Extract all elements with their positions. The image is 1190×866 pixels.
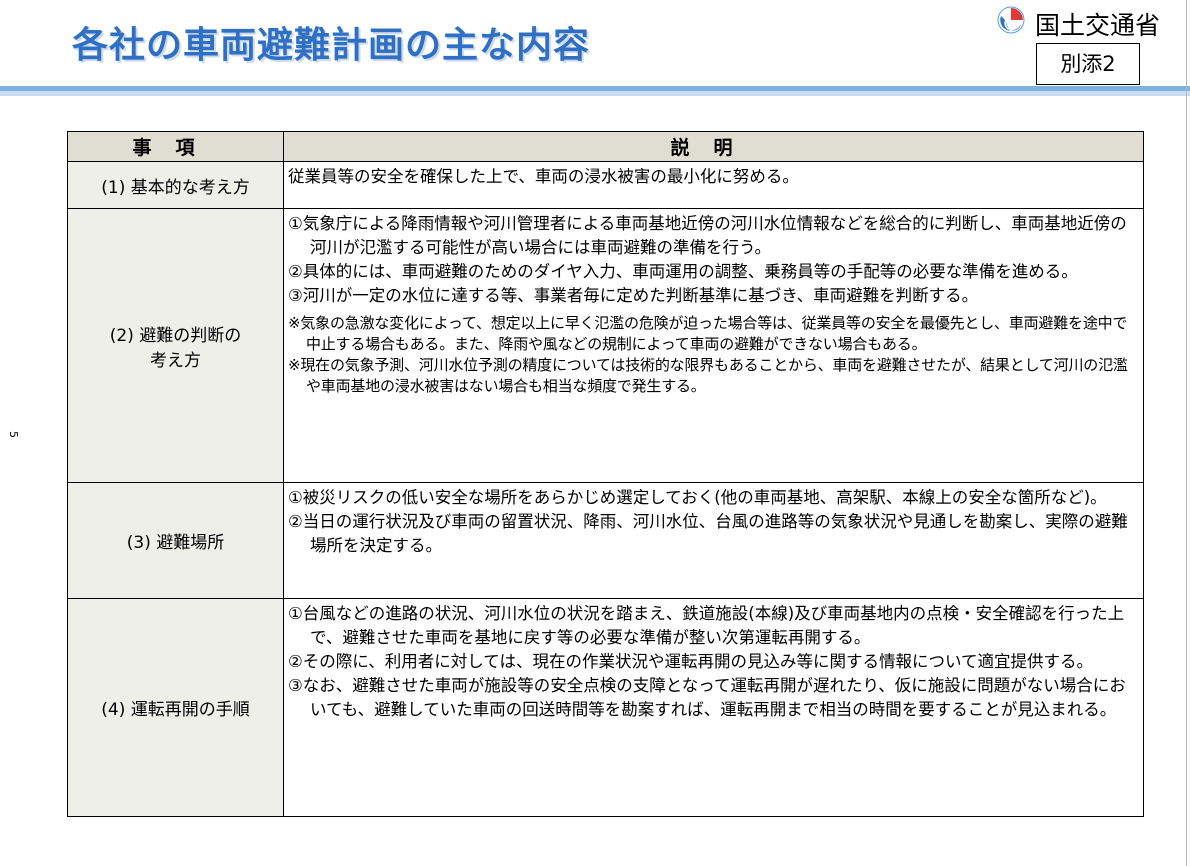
plan-table: 事項 説明 (1) 基本的な考え方 従業員等の安全を確保した上で、車両の浸水被害…: [67, 131, 1144, 817]
description-item: ①被災リスクの低い安全な場所をあらかじめ選定しておく(他の車両基地、高架駅、本線…: [288, 488, 1107, 507]
header-divider-light: [0, 91, 1190, 96]
description-item: ②当日の運行状況及び車両の留置状況、降雨、河川水位、台風の進路等の気象状況や見通…: [288, 512, 1128, 555]
table-row: (2) 避難の判断の考え方 ①気象庁による降雨情報や河川管理者による車両基地近傍…: [67, 208, 1144, 483]
page-edge: [1186, 0, 1187, 866]
page-number: 5: [7, 431, 20, 438]
ministry-name: 国土交通省: [1035, 11, 1161, 40]
column-header-description: 説明: [283, 131, 1144, 162]
ministry-emblem-icon: [997, 6, 1025, 34]
description-item: ②その際に、利用者に対しては、現在の作業状況や運転再開の見込み等に関する情報につ…: [288, 652, 1093, 671]
row-description: 従業員等の安全を確保した上で、車両の浸水被害の最小化に努める。: [283, 161, 1144, 209]
row-key: (3) 避難場所: [67, 482, 284, 599]
row-key: (2) 避難の判断の考え方: [67, 208, 284, 483]
table-row: (3) 避難場所 ①被災リスクの低い安全な場所をあらかじめ選定しておく(他の車両…: [67, 482, 1144, 599]
table-header-row: 事項 説明: [67, 131, 1144, 162]
ministry-logo: 国土交通省: [995, 4, 1185, 40]
description-item: ②具体的には、車両避難のためのダイヤ入力、車両運用の調整、乗務員等の手配等の必要…: [288, 262, 1078, 281]
table-row: (4) 運転再開の手順 ①台風などの進路の状況、河川水位の状況を踏まえ、鉄道施設…: [67, 598, 1144, 817]
row-key: (4) 運転再開の手順: [67, 598, 284, 817]
page-title: 各社の車両避難計画の主な内容: [72, 25, 591, 66]
description-item: ①気象庁による降雨情報や河川管理者による車両基地近傍の河川水位情報などを総合的に…: [288, 214, 1127, 257]
row-key: (1) 基本的な考え方: [67, 161, 284, 209]
row-description: ①台風などの進路の状況、河川水位の状況を踏まえ、鉄道施設(本線)及び車両基地内の…: [283, 598, 1144, 817]
description-item: ③なお、避難させた車両が施設等の安全点検の支障となって運転再開が遅れたり、仮に施…: [288, 676, 1126, 719]
row-description: ①被災リスクの低い安全な場所をあらかじめ選定しておく(他の車両基地、高架駅、本線…: [283, 482, 1144, 599]
table-row: (1) 基本的な考え方 従業員等の安全を確保した上で、車両の浸水被害の最小化に努…: [67, 161, 1144, 209]
description-note: ※現在の気象予測、河川水位予測の精度については技術的な限界もあることから、車両を…: [288, 356, 1128, 395]
attachment-label: 別添2: [1036, 43, 1140, 85]
description-item: ①台風などの進路の状況、河川水位の状況を踏まえ、鉄道施設(本線)及び車両基地内の…: [288, 604, 1125, 647]
description-item: ③河川が一定の水位に達する等、事業者毎に定めた判断基準に基づき、車両避難を判断す…: [288, 286, 979, 305]
description-item: 従業員等の安全を確保した上で、車両の浸水被害の最小化に努める。: [288, 167, 799, 186]
description-note: ※気象の急激な変化によって、想定以上に早く氾濫の危険が迫った場合等は、従業員等の…: [288, 314, 1128, 353]
row-description: ①気象庁による降雨情報や河川管理者による車両基地近傍の河川水位情報などを総合的に…: [283, 208, 1144, 483]
column-header-item: 事項: [67, 131, 284, 162]
